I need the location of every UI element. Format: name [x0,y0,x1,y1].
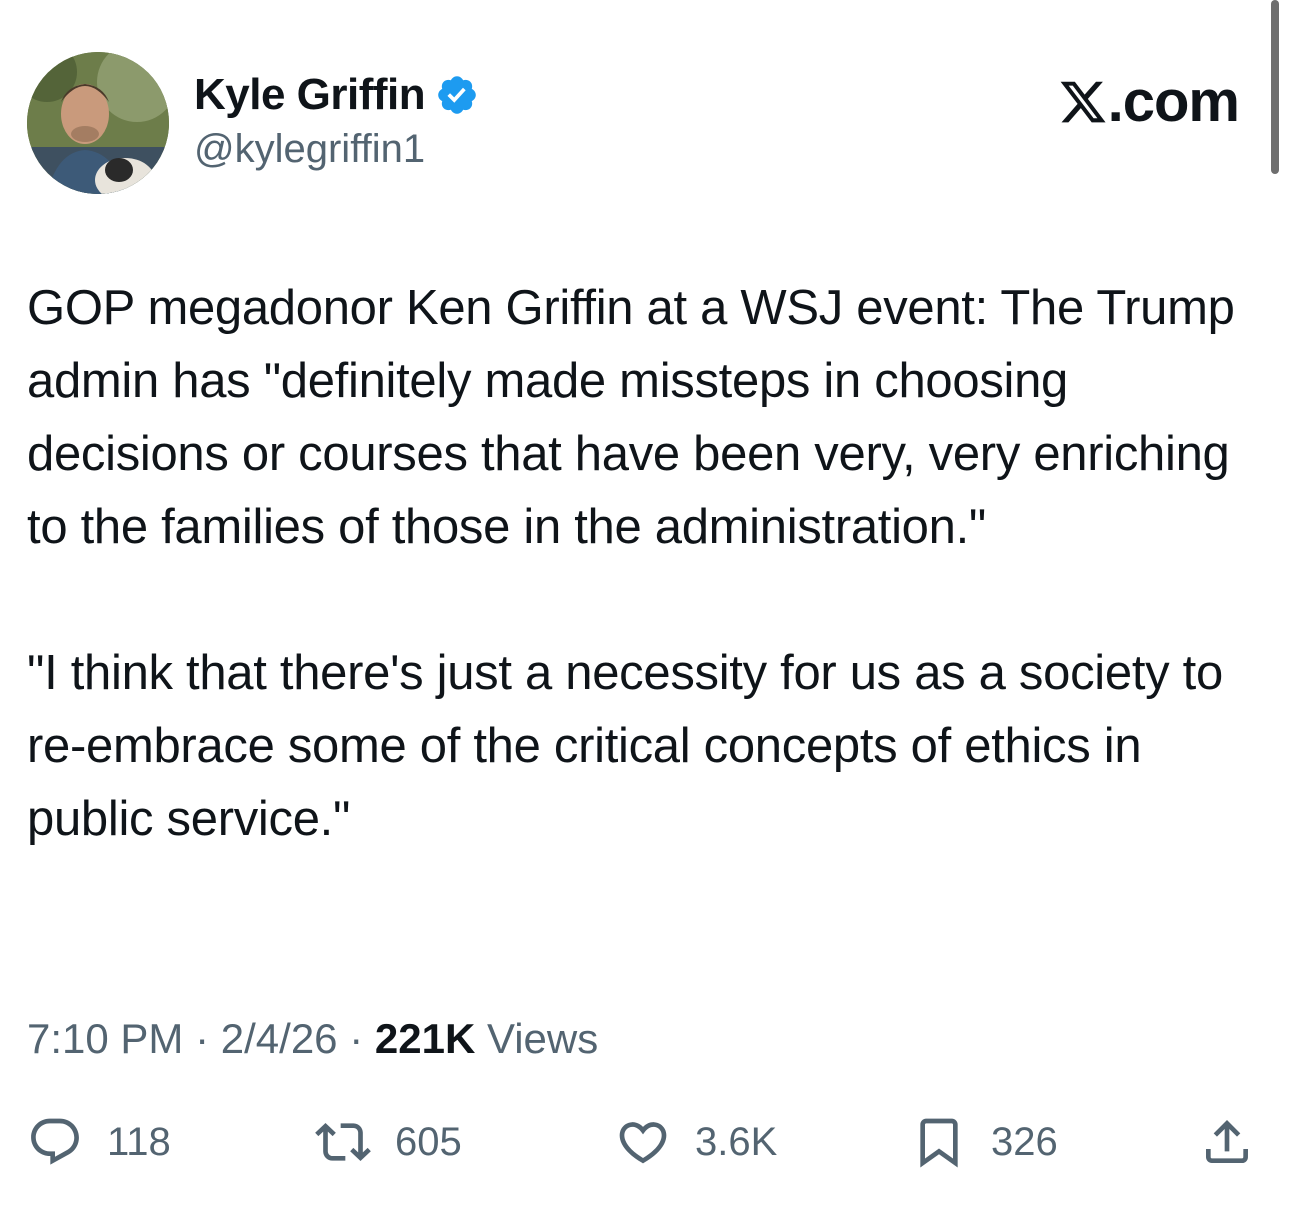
meta-separator: · [195,1015,210,1062]
brand-watermark: .com [1058,69,1240,134]
scrollbar[interactable] [1271,0,1279,174]
tweet-meta: 7:10 PM · 2/4/26 · 221K Views [27,1009,598,1069]
repost-icon [315,1123,371,1161]
share-icon [1206,1120,1248,1163]
tweet-paragraph: "I think that there's just a necessity f… [27,646,1223,846]
bookmark-icon [920,1118,958,1168]
tweet-header: Kyle Griffin @kylegriffin1 .com [27,52,1257,197]
tweet-text: GOP megadonor Ken Griffin at a WSJ event… [27,272,1267,856]
views-label: Views [486,1015,599,1062]
reply-icon [31,1118,79,1165]
reply-count: 118 [107,1119,171,1164]
meta-separator: · [349,1015,364,1062]
action-bar: 118 605 3.6K 326 [27,1110,1267,1174]
author-handle[interactable]: @kylegriffin1 [194,124,479,174]
brand-text: .com [1107,69,1240,134]
bookmark-button[interactable]: 326 [911,1110,1058,1174]
author-names: Kyle Griffin @kylegriffin1 [194,70,479,174]
display-name[interactable]: Kyle Griffin [194,70,426,120]
verified-badge-icon [438,76,476,114]
repost-button[interactable]: 605 [315,1110,462,1174]
views-count: 221K [374,1015,476,1062]
display-name-row: Kyle Griffin [194,70,479,120]
heart-icon [619,1122,667,1164]
like-button[interactable]: 3.6K [615,1110,777,1174]
tweet-time[interactable]: 7:10 PM [27,1015,183,1062]
reply-button[interactable]: 118 [27,1110,171,1174]
tweet-paragraph: GOP megadonor Ken Griffin at a WSJ event… [27,281,1235,554]
share-button[interactable] [1199,1110,1255,1174]
avatar[interactable] [27,52,169,194]
tweet-date[interactable]: 2/4/26 [221,1015,338,1062]
repost-count: 605 [395,1119,462,1164]
like-count: 3.6K [695,1119,778,1164]
x-logo-icon [1060,81,1106,123]
bookmark-count: 326 [991,1119,1058,1164]
